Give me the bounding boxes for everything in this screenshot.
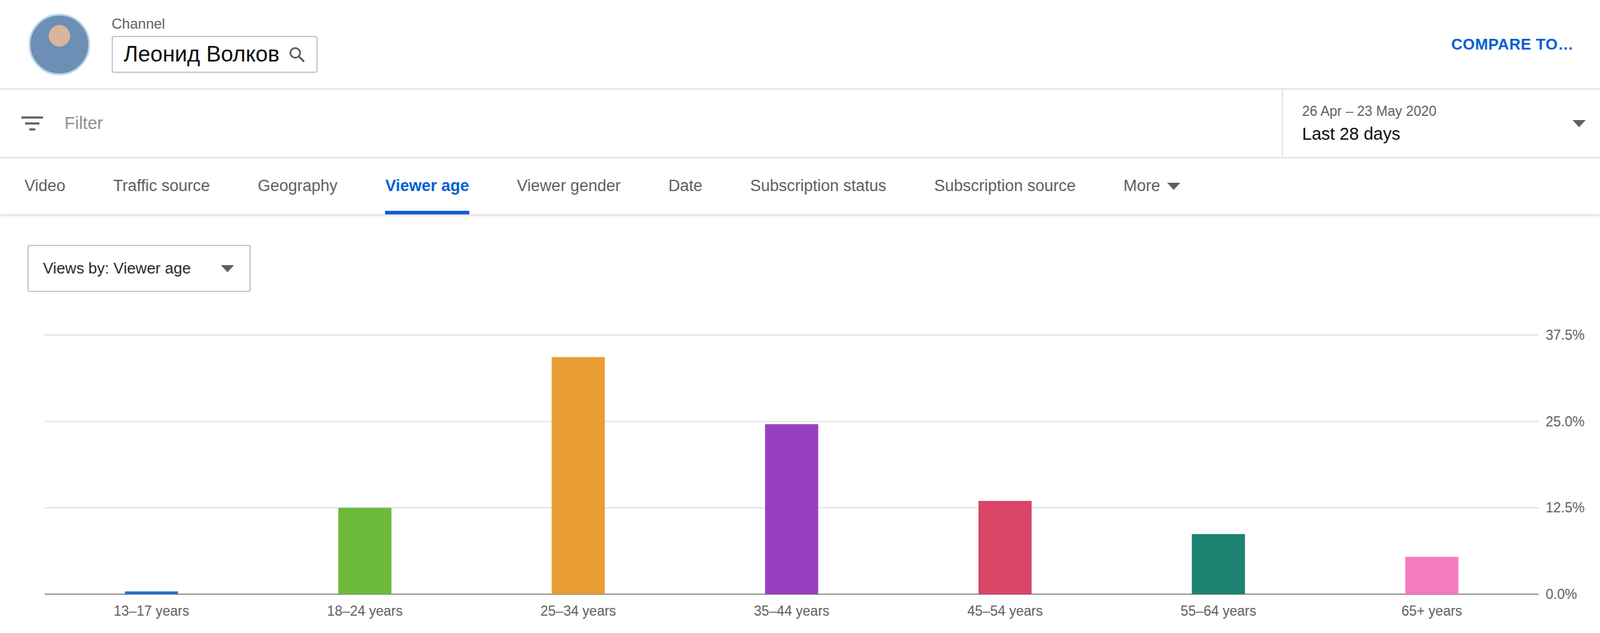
channel-label: Channel — [111, 15, 318, 33]
age-bar-group: 18–24 years — [327, 507, 403, 619]
tab[interactable]: Viewer age — [385, 158, 470, 215]
age-bar[interactable] — [765, 423, 819, 595]
y-tick-label: 12.5% — [1545, 499, 1585, 516]
tab[interactable]: Video — [24, 158, 66, 215]
filter-field — [0, 89, 1282, 158]
x-axis-label: 13–17 years — [113, 602, 190, 619]
header: Channel Леонид Волков COMPARE TO… — [0, 0, 1600, 90]
age-bar-group: 65+ years — [1401, 557, 1463, 619]
date-label: Last 28 days — [1302, 124, 1573, 144]
filter-input[interactable] — [63, 112, 1282, 134]
analytics-page: Channel Леонид Волков COMPARE TO… 26 Apr – … — [0, 0, 1600, 633]
content: Views by: Viewer age 37.5% 25.0% 12.5% 0.0% 1… — [0, 215, 1600, 627]
search-icon — [287, 45, 306, 64]
y-tick-label: 0.0% — [1545, 586, 1577, 602]
more-menu[interactable]: More — [1123, 158, 1181, 215]
age-bar[interactable] — [551, 357, 605, 595]
dropdown-caret-icon — [1167, 182, 1181, 190]
x-axis-label: 65+ years — [1401, 602, 1463, 619]
x-axis-label: 45–54 years — [967, 602, 1043, 619]
date-texts: 26 Apr – 23 May 2020 Last 28 days — [1302, 103, 1573, 144]
filter-bar: 26 Apr – 23 May 2020 Last 28 days — [0, 89, 1600, 159]
age-bar[interactable] — [1191, 533, 1245, 595]
channel-picker[interactable]: Леонид Волков — [111, 35, 318, 73]
date-picker[interactable]: 26 Apr – 23 May 2020 Last 28 days — [1281, 89, 1600, 158]
x-axis-label: 18–24 years — [327, 602, 403, 619]
age-bar-group: 35–44 years — [754, 423, 830, 619]
x-axis-label: 25–34 years — [540, 602, 617, 619]
age-bar-group: 45–54 years — [967, 500, 1043, 619]
dropdown-caret-icon — [1572, 120, 1586, 128]
age-bar-group: 25–34 years — [540, 357, 617, 619]
age-bar[interactable] — [978, 500, 1032, 595]
grid-tick: 37.5% — [44, 327, 1585, 343]
tab[interactable]: Geography — [257, 158, 338, 215]
x-axis-label: 55–64 years — [1180, 602, 1257, 619]
age-bar[interactable] — [338, 507, 392, 595]
age-bar-group: 13–17 years — [113, 591, 190, 619]
age-bar-group: 55–64 years — [1180, 533, 1257, 619]
tab[interactable]: Subscription status — [750, 158, 887, 215]
age-bar[interactable] — [124, 591, 178, 595]
y-tick-label: 37.5% — [1545, 327, 1585, 343]
tab[interactable]: Traffic source — [113, 158, 211, 215]
metric-select[interactable]: Views by: Viewer age — [27, 244, 251, 292]
tab-bar: Video Traffic source Geography Viewer age Vi… — [0, 158, 1600, 216]
x-axis-label: 35–44 years — [754, 602, 830, 619]
channel-block: Channel Леонид Волков — [111, 15, 318, 73]
metric-select-value: Views by: Viewer age — [42, 259, 192, 278]
channel-avatar — [28, 13, 91, 76]
tab[interactable]: Viewer gender — [517, 158, 621, 215]
tab[interactable]: Date — [668, 158, 703, 215]
tab[interactable]: Subscription source — [934, 158, 1076, 215]
age-chart: 37.5% 25.0% 12.5% 0.0% 13–17 years 18–24 year… — [0, 291, 1600, 627]
channel-name: Леонид Волков — [123, 41, 280, 67]
filter-icon[interactable] — [21, 115, 43, 132]
compare-button[interactable]: COMPARE TO… — [1451, 30, 1574, 59]
date-range: 26 Apr – 23 May 2020 — [1302, 103, 1573, 120]
age-bar[interactable] — [1405, 557, 1459, 595]
y-tick-label: 25.0% — [1545, 413, 1585, 430]
dropdown-caret-icon — [220, 265, 235, 273]
